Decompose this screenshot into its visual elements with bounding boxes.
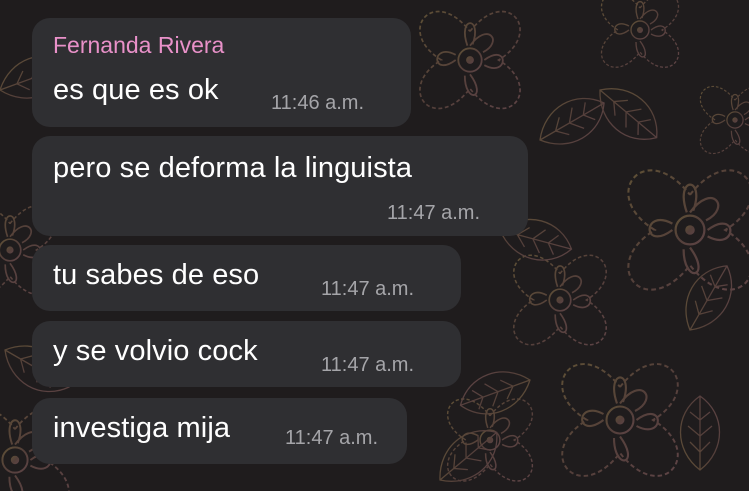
message-text: pero se deforma la linguista bbox=[53, 152, 413, 184]
message-text: tu sabes de eso bbox=[53, 259, 260, 291]
message-text: investiga mija bbox=[53, 412, 231, 444]
message-bubble[interactable]: investiga mija 11:47 a.m. bbox=[32, 398, 407, 464]
message-bubble[interactable]: tu sabes de eso 11:47 a.m. bbox=[32, 245, 461, 311]
message-bubble[interactable]: pero se deforma la linguista 11:47 a.m. bbox=[32, 136, 528, 236]
sender-name: Fernanda Rivera bbox=[53, 32, 225, 58]
message-timestamp: 11:47 a.m. bbox=[387, 202, 481, 224]
message-bubble[interactable]: Fernanda Rivera es que es ok 11:46 a.m. bbox=[32, 18, 411, 127]
message-bubble[interactable]: y se volvio cock 11:47 a.m. bbox=[32, 321, 461, 387]
message-timestamp: 11:46 a.m. bbox=[271, 92, 365, 114]
message-text: y se volvio cock bbox=[53, 335, 258, 367]
message-timestamp: 11:47 a.m. bbox=[321, 354, 415, 376]
message-timestamp: 11:47 a.m. bbox=[285, 427, 379, 449]
message-text: es que es ok bbox=[53, 74, 219, 106]
message-timestamp: 11:47 a.m. bbox=[321, 278, 415, 300]
